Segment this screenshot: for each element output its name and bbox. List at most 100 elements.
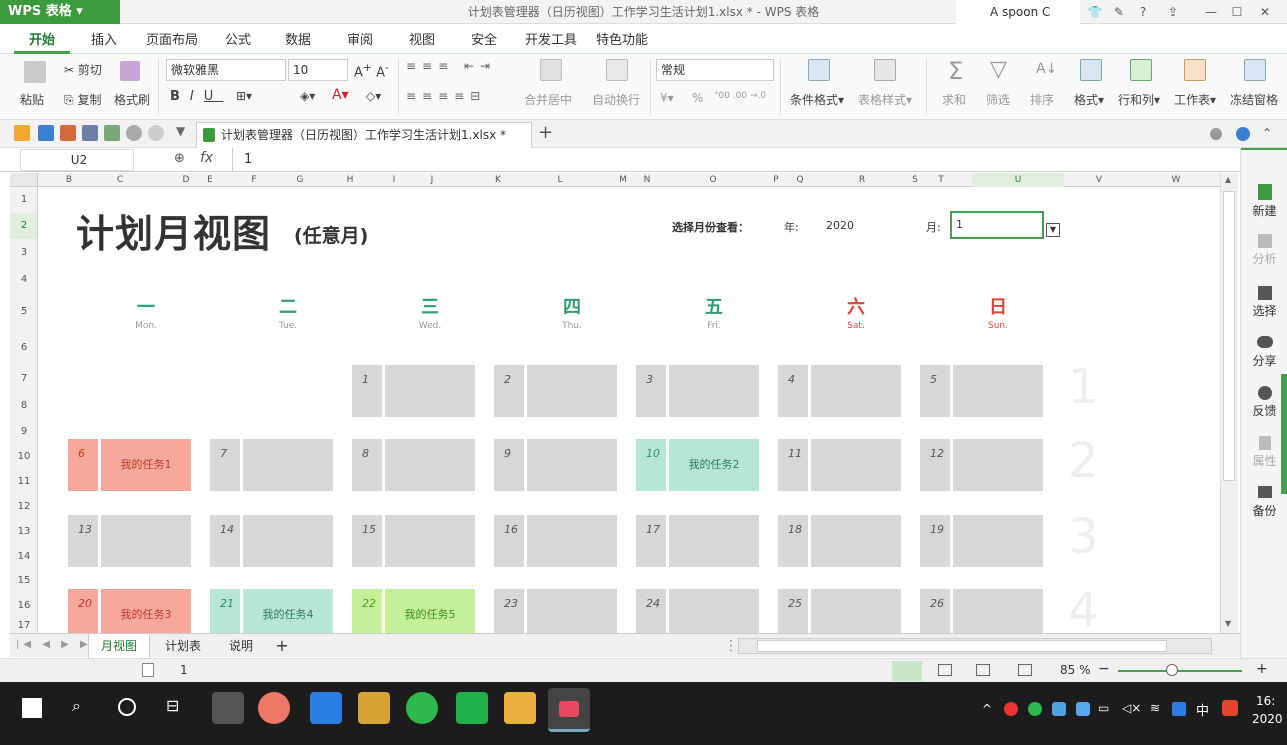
cortana-icon[interactable] [118, 698, 136, 716]
day-number[interactable]: 19 [920, 515, 950, 567]
day-task[interactable]: 我的任务4 [243, 589, 333, 633]
column-header[interactable]: H [340, 173, 360, 187]
column-header[interactable]: I [366, 173, 422, 187]
column-header[interactable]: E [202, 173, 218, 187]
day-task[interactable] [527, 365, 617, 417]
ribbon-toggle-icon[interactable]: ⌃ [1262, 126, 1272, 140]
tab-review[interactable]: 审阅 [338, 24, 382, 54]
paste-button[interactable]: 粘贴 [20, 91, 44, 108]
scroll-thumb[interactable] [1223, 191, 1235, 481]
ime-indicator[interactable]: 中 [1196, 700, 1209, 719]
day-task[interactable] [101, 515, 191, 567]
formula-input[interactable]: 1 [244, 152, 252, 167]
column-header[interactable]: G [290, 173, 310, 187]
row-header[interactable]: 4 [10, 267, 37, 293]
copy-button[interactable]: ⎘ 复制 [64, 91, 101, 108]
wps-sheets-icon[interactable] [456, 692, 488, 724]
day-number[interactable]: 12 [920, 439, 950, 491]
horizontal-scrollbar[interactable] [738, 638, 1212, 654]
column-header[interactable]: V [1070, 173, 1128, 187]
day-task[interactable]: 我的任务2 [669, 439, 759, 491]
column-header[interactable]: M [614, 173, 632, 187]
calculator-icon[interactable] [212, 692, 244, 724]
layout-view-icon[interactable] [976, 664, 990, 676]
column-header[interactable]: O [662, 173, 764, 187]
font-style-buttons[interactable]: BIU [170, 89, 223, 104]
day-task[interactable] [385, 439, 475, 491]
qq-icon[interactable] [1004, 702, 1018, 716]
column-header[interactable]: C [100, 173, 140, 187]
day-task[interactable] [385, 515, 475, 567]
wrap-text-icon[interactable] [606, 59, 628, 81]
day-task[interactable] [669, 365, 759, 417]
day-number[interactable]: 5 [920, 365, 950, 417]
number-format-select[interactable]: 常规 [656, 59, 774, 81]
sort-button[interactable]: 排序 [1030, 91, 1054, 108]
day-task[interactable] [811, 515, 901, 567]
conditional-format-icon[interactable] [808, 59, 830, 81]
zoom-in-icon[interactable]: + [1256, 661, 1268, 677]
day-task[interactable] [953, 589, 1043, 633]
notes-tray-icon[interactable] [1172, 702, 1186, 716]
document-tab[interactable]: 计划表管理器（日历视图）工作学习生活计划1.xlsx * [196, 122, 532, 148]
search-icon[interactable]: ⌕ [72, 696, 81, 716]
day-task[interactable] [953, 365, 1043, 417]
column-header[interactable]: W [1150, 173, 1202, 187]
tab-insert[interactable]: 插入 [80, 24, 128, 54]
column-header[interactable]: B [54, 173, 84, 187]
border-icon[interactable]: ⊞▾ [236, 89, 252, 103]
normal-view-icon[interactable] [892, 661, 922, 681]
day-number[interactable]: 6 [68, 439, 98, 491]
sheet-tab-notes[interactable]: 说明 [216, 634, 266, 658]
day-number[interactable]: 18 [778, 515, 808, 567]
day-task[interactable] [527, 515, 617, 567]
percent-button[interactable]: % [692, 91, 703, 105]
worksheet-icon[interactable] [1184, 59, 1206, 81]
day-number[interactable]: 23 [494, 589, 524, 633]
format-painter-button[interactable]: 格式刷 [114, 91, 150, 108]
pinwheel-app-icon[interactable] [358, 692, 390, 724]
wechat-icon[interactable] [406, 692, 438, 724]
day-task[interactable]: 我的任务1 [101, 439, 191, 491]
day-number[interactable]: 8 [352, 439, 382, 491]
day-task[interactable]: 我的任务5 [385, 589, 475, 633]
reading-view-icon[interactable] [1018, 664, 1032, 676]
conditional-format-button[interactable]: 条件格式▾ [790, 91, 844, 108]
font-color-icon[interactable]: A▾ [332, 87, 349, 103]
align-top-icons[interactable]: ≡≡≡ ⇤⇥ [406, 59, 496, 73]
row-header[interactable]: 11 [10, 469, 37, 495]
day-number[interactable]: 26 [920, 589, 950, 633]
side-new[interactable]: 新建 [1241, 184, 1287, 219]
add-sheet-icon[interactable]: + [272, 634, 292, 658]
freeze-icon[interactable] [1244, 59, 1266, 81]
tab-features[interactable]: 特色功能 [592, 24, 652, 54]
day-number[interactable]: 7 [210, 439, 240, 491]
sort-icon[interactable]: A↓ [1036, 61, 1057, 77]
cloud-tray-icon[interactable] [1052, 702, 1066, 716]
filter-button[interactable]: 筛选 [986, 91, 1010, 108]
zoom-level[interactable]: 85 % [1060, 663, 1091, 677]
tab-view[interactable]: 视图 [400, 24, 444, 54]
day-number[interactable]: 16 [494, 515, 524, 567]
network-icon[interactable]: ≋ [1150, 701, 1160, 715]
zoom-out-icon[interactable]: − [1098, 661, 1110, 677]
user-name[interactable]: A spoon C [956, 0, 1080, 24]
day-task[interactable] [669, 515, 759, 567]
chat-icon[interactable]: ✎ [1110, 3, 1128, 21]
day-number[interactable]: 2 [494, 365, 524, 417]
table-style-button[interactable]: 表格样式▾ [858, 91, 912, 108]
day-number[interactable]: 21 [210, 589, 240, 633]
decimal-icons[interactable]: °00 .00 →.0 [714, 91, 766, 101]
day-number[interactable]: 22 [352, 589, 382, 633]
clock-date[interactable]: 2020 [1252, 712, 1283, 726]
zoom-formula-icon[interactable]: ⊕ [174, 151, 185, 166]
wechat-tray-icon[interactable] [1028, 702, 1042, 716]
row-header[interactable]: 16 [10, 593, 37, 619]
vertical-scrollbar[interactable]: ▲ ▼ [1220, 173, 1238, 633]
scroll-down-icon[interactable]: ▼ [1225, 619, 1231, 628]
scroll-up-icon[interactable]: ▲ [1225, 175, 1231, 184]
day-task[interactable] [953, 515, 1043, 567]
row-header[interactable]: 10 [10, 445, 37, 469]
row-header[interactable]: 1 [10, 187, 37, 213]
row-header[interactable]: 2 [10, 213, 37, 239]
